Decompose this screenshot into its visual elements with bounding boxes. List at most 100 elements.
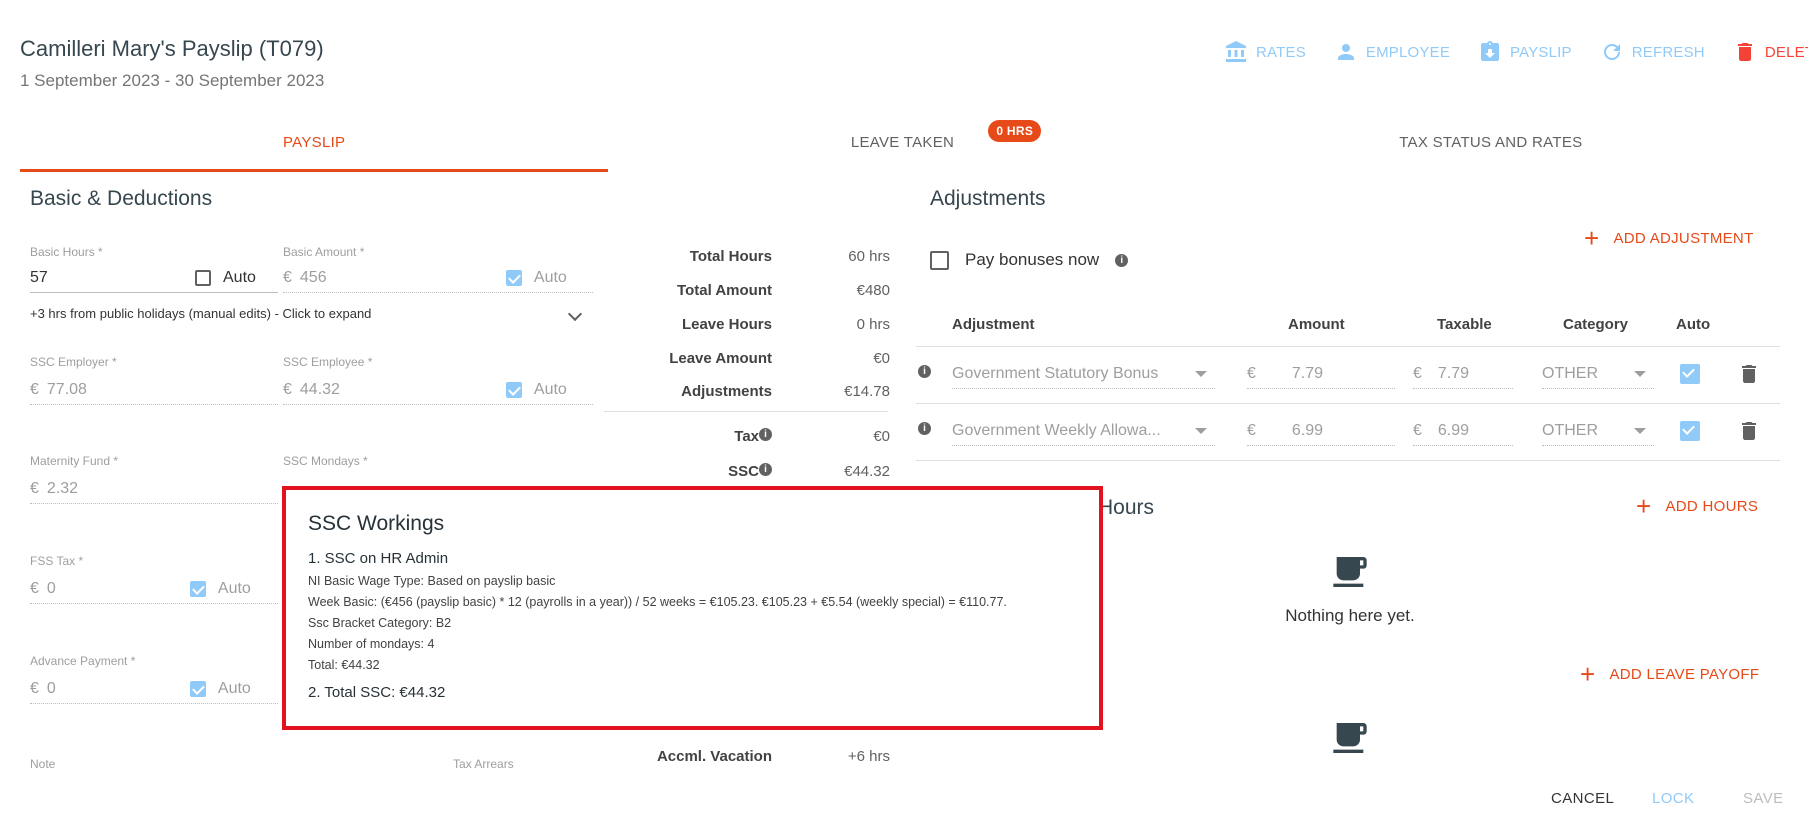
payslip-label: PAYSLIP — [1510, 43, 1572, 61]
pay-period: 1 September 2023 - 30 September 2023 — [20, 71, 325, 90]
rates-button[interactable]: RATES — [1224, 40, 1306, 64]
column-taxable: Taxable — [1437, 316, 1492, 333]
tab-tax-status[interactable]: TAX STATUS AND RATES — [1197, 120, 1785, 172]
add-hours-button[interactable]: + ADD HOURS — [1636, 491, 1758, 521]
rates-label: RATES — [1256, 43, 1306, 61]
ssc-employer-field: SSC Employer * € 77.08 — [30, 355, 278, 405]
basic-amount-auto-checkbox[interactable] — [505, 269, 522, 286]
fss-tax-field: FSS Tax * € 0 Auto — [30, 554, 278, 604]
plus-icon: + — [1584, 223, 1600, 253]
adjustment-select[interactable]: Government Statutory Bonus — [952, 359, 1215, 389]
add-leave-payoff-button[interactable]: + ADD LEAVE PAYOFF — [1580, 659, 1759, 689]
basic-amount-input[interactable]: 456 — [300, 269, 506, 287]
ssc-employee-input[interactable]: 44.32 — [300, 381, 506, 399]
dropdown-caret-icon — [1195, 428, 1207, 434]
person-icon — [1337, 44, 1354, 60]
basic-amount-field: Basic Amount * € 456 Auto — [283, 245, 593, 293]
add-adjustment-button[interactable]: + ADD ADJUSTMENT — [1584, 223, 1754, 253]
currency-symbol: € — [283, 268, 292, 286]
auto-checkbox[interactable] — [1680, 421, 1700, 441]
tax-info-icon[interactable]: i — [759, 428, 772, 441]
cancel-button[interactable]: CANCEL — [1551, 790, 1614, 807]
empty-state-text: Nothing here yet. — [1285, 606, 1415, 625]
basic-hours-auto-checkbox[interactable] — [195, 269, 211, 286]
popup-title: SSC Workings — [308, 512, 445, 535]
delete-label: DELETE — [1764, 43, 1808, 61]
adjustments-value: €14.78 — [844, 383, 890, 400]
amount-input[interactable]: €7.79 — [1247, 359, 1395, 389]
taxable-input[interactable]: €6.99 — [1413, 416, 1513, 446]
basic-hours-input[interactable]: 57 — [30, 269, 195, 287]
bonus-info-icon[interactable]: i — [1115, 253, 1129, 267]
dropdown-caret-icon — [1634, 428, 1646, 434]
pay-bonuses-checkbox[interactable] — [930, 250, 949, 270]
employee-label: EMPLOYEE — [1365, 43, 1451, 61]
payslip-button[interactable]: PAYSLIP — [1478, 40, 1572, 64]
plus-icon: + — [1636, 491, 1652, 521]
trash-icon[interactable] — [1737, 419, 1761, 443]
popup-line: NI Basic Wage Type: Based on payslip bas… — [308, 574, 556, 588]
trash-icon[interactable] — [1737, 362, 1761, 386]
total-hours-value: 60 hrs — [848, 248, 890, 265]
tax-value: €0 — [873, 428, 890, 445]
leave-amount-value: €0 — [873, 350, 890, 367]
lock-button[interactable]: LOCK — [1652, 790, 1694, 807]
popup-line: Ssc Bracket Category: B2 — [308, 616, 452, 630]
auto-checkbox[interactable] — [1680, 364, 1700, 384]
maternity-fund-input[interactable]: 2.32 — [47, 480, 78, 498]
chevron-down-icon[interactable] — [567, 306, 583, 322]
tab-payslip[interactable]: PAYSLIP — [20, 120, 609, 172]
column-amount: Amount — [1288, 316, 1345, 333]
fss-tax-input[interactable]: 0 — [47, 580, 190, 598]
amount-input[interactable]: €6.99 — [1247, 416, 1395, 446]
ssc-employee-field: SSC Employee * € 44.32 Auto — [283, 355, 593, 405]
ssc-employer-input[interactable]: 77.08 — [47, 381, 87, 399]
total-amount-value: €480 — [856, 282, 890, 299]
ssc-employee-auto-checkbox[interactable] — [505, 381, 522, 398]
popup-line: Number of mondays: 4 — [308, 637, 435, 651]
refresh-icon — [1603, 44, 1620, 60]
employee-button[interactable]: EMPLOYEE — [1334, 40, 1450, 64]
delete-button[interactable]: DELETE — [1733, 40, 1808, 64]
ssc-info-icon[interactable]: i — [759, 463, 772, 476]
clipboard-download-icon — [1481, 41, 1500, 61]
tab-leave-taken[interactable]: LEAVE TAKEN 0 HRS — [608, 120, 1196, 172]
basic-deductions-heading: Basic & Deductions — [30, 187, 213, 210]
save-button[interactable]: SAVE — [1743, 790, 1784, 807]
header-actions: RATES EMPLOYEE PAYSLIP REFRESH DELETE — [1224, 38, 1808, 66]
column-category: Category — [1563, 316, 1629, 333]
refresh-label: REFRESH — [1631, 43, 1705, 61]
leave-hours-badge: 0 HRS — [988, 120, 1042, 142]
popup-total: 2. Total SSC: €44.32 — [308, 684, 446, 701]
note-field-label[interactable]: Note — [30, 757, 55, 771]
adjustment-select[interactable]: Government Weekly Allowa... — [952, 416, 1215, 446]
ssc-mondays-field: SSC Mondays * — [283, 454, 368, 468]
tax-arrears-label[interactable]: Tax Arrears — [453, 757, 514, 771]
popup-line: Week Basic: (€456 (payslip basic) * 12 (… — [308, 595, 1007, 609]
category-select[interactable]: OTHER — [1542, 416, 1654, 446]
pay-bonuses-toggle[interactable]: Pay bonuses now i — [930, 250, 1129, 270]
advance-auto-checkbox[interactable] — [189, 680, 206, 697]
ssc-workings-popup: SSC Workings 1. SSC on HR Admin NI Basic… — [282, 486, 1103, 730]
summary-divider — [604, 411, 888, 412]
coffee-cup-icon — [1333, 557, 1367, 587]
plus-icon: + — [1580, 659, 1596, 689]
page-title: Camilleri Mary's Payslip (T079) — [20, 36, 324, 61]
popup-line: Total: €44.32 — [308, 658, 380, 672]
trash-icon — [1737, 43, 1752, 61]
info-icon[interactable]: i — [918, 422, 931, 435]
adjustments-heading: Adjustments — [930, 187, 1046, 210]
tab-bar: PAYSLIP LEAVE TAKEN 0 HRS TAX STATUS AND… — [20, 120, 1785, 172]
info-icon[interactable]: i — [918, 365, 931, 378]
ssc-value: €44.32 — [844, 463, 890, 480]
advance-payment-field: Advance Payment * € 0 Auto — [30, 654, 278, 704]
coffee-cup-icon — [1333, 723, 1367, 753]
taxable-input[interactable]: €7.79 — [1413, 359, 1513, 389]
fss-auto-checkbox[interactable] — [189, 580, 206, 597]
dropdown-caret-icon — [1195, 371, 1207, 377]
category-select[interactable]: OTHER — [1542, 359, 1654, 389]
advance-payment-input[interactable]: 0 — [47, 680, 190, 698]
table-row: i Government Weekly Allowa... €6.99 €6.9… — [0, 0, 1756, 446]
refresh-button[interactable]: REFRESH — [1600, 40, 1705, 64]
holiday-note[interactable]: +3 hrs from public holidays (manual edit… — [30, 306, 371, 321]
